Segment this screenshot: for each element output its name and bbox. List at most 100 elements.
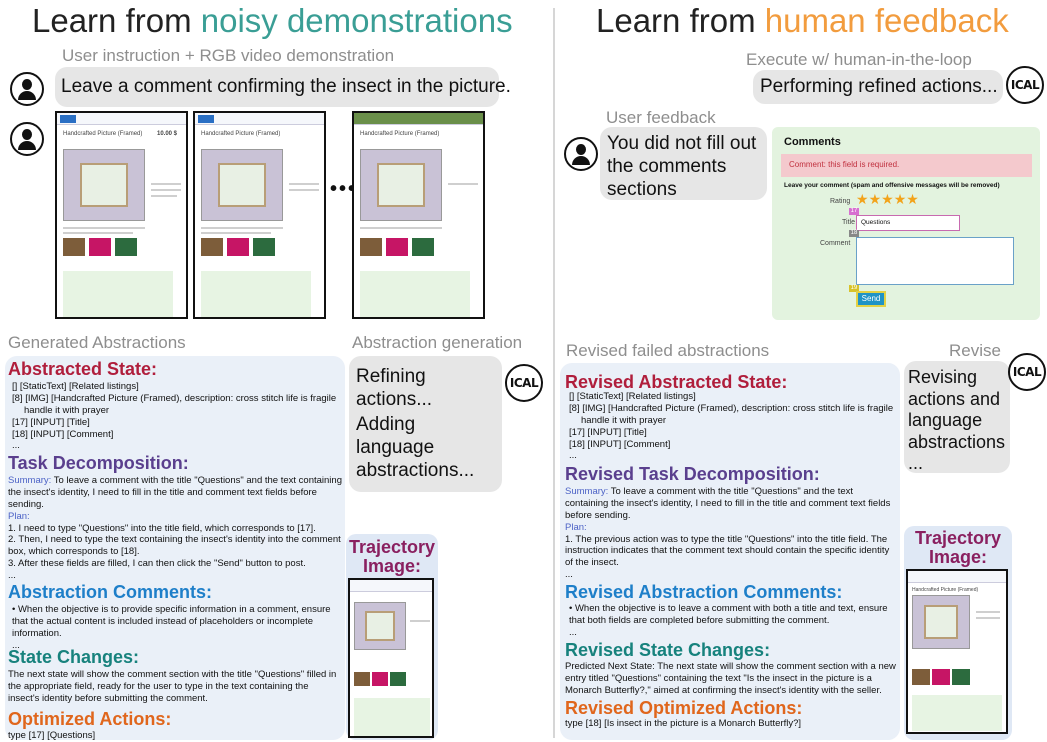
revised-optimized-title: Revised Optimized Actions: xyxy=(565,698,803,718)
caption-user-instruction: User instruction + RGB video demonstrati… xyxy=(62,46,395,65)
ical-icon: ICAL xyxy=(505,364,543,402)
state-line: [] [StaticText] [Related listings] xyxy=(569,391,696,402)
trajectory-image-title: Trajectory Image: xyxy=(914,528,1002,567)
instruction-bubble: Leave a comment confirming the insect in… xyxy=(55,67,511,107)
state-line: handle it with prayer xyxy=(24,404,110,416)
caption-revise: Revise xyxy=(949,341,1001,360)
plan-item: 2. Then, I need to type the text contain… xyxy=(8,534,341,558)
right-title: Learn from human feedback xyxy=(596,2,1009,40)
comments-form-panel: Comments Comment: this field is required… xyxy=(772,127,1040,320)
optimized-actions-body: type [17] [Questions] xyxy=(8,730,96,741)
title-input[interactable]: Questions xyxy=(856,215,960,231)
task-decomposition-title: Task Decomposition: xyxy=(8,453,189,473)
ical-icon: ICAL xyxy=(1006,66,1044,104)
revised-state-changes-body: Predicted Next State: The next state wil… xyxy=(565,661,896,696)
comment-textarea[interactable] xyxy=(856,237,1014,285)
revised-state-changes-title: Revised State Changes: xyxy=(565,640,771,660)
abstraction-comments-title: Abstraction Comments: xyxy=(8,582,213,602)
comment-item: • When the objective is to leave a comme… xyxy=(569,603,888,626)
summary-paragraph: Summary: To leave a comment with the tit… xyxy=(565,486,898,522)
instruction-text: Leave a comment confirming the insect in… xyxy=(61,76,511,97)
comments-more: ... xyxy=(569,626,577,638)
comment-label: Comment xyxy=(820,240,851,247)
feedback-text: You did not fill out the comments sectio… xyxy=(607,133,757,200)
summary-label: Summary: xyxy=(565,486,609,497)
left-title-prefix: Learn from xyxy=(32,2,201,39)
left-title: Learn from noisy demonstrations xyxy=(32,2,513,40)
caption-user-feedback: User feedback xyxy=(606,108,716,127)
caption-revised-failed: Revised failed abstractions xyxy=(566,341,770,360)
revised-state-title: Revised Abstracted State: xyxy=(565,372,788,392)
rating-label: Rating xyxy=(830,198,851,205)
title-label: Title xyxy=(842,219,855,226)
left-title-highlight: noisy demonstrations xyxy=(200,2,513,39)
right-title-prefix: Learn from xyxy=(596,2,765,39)
revised-task-title: Revised Task Decomposition: xyxy=(565,464,820,484)
tag-17: 17 xyxy=(849,208,859,215)
plan-item: 1. I need to type "Questions" into the t… xyxy=(8,522,316,534)
state-line: [8] [IMG] [Handcrafted Picture (Framed),… xyxy=(569,402,894,414)
trajectory-thumbnail: Handcrafted Picture (Framed) xyxy=(906,569,1008,734)
revised-optimized-body: type [18] [Is insect in the picture is a… xyxy=(565,718,802,729)
summary-text: To leave a comment with the title "Quest… xyxy=(565,486,891,521)
plan-label: Plan: xyxy=(565,521,587,533)
summary-label: Summary: xyxy=(8,475,52,486)
user-icon xyxy=(564,137,598,171)
trajectory-image-box-right: Trajectory Image: Handcrafted Picture (F… xyxy=(904,526,1012,740)
refining-actions-text: Refining actions... xyxy=(356,366,433,410)
abstraction-comments-body: • When the objective is to provide speci… xyxy=(12,604,342,652)
abstracted-state-title: Abstracted State: xyxy=(8,359,158,379)
plan-item: 3. After these fields are filled, I can … xyxy=(8,558,306,570)
plan-more: ... xyxy=(8,570,16,581)
center-divider xyxy=(553,8,555,738)
caption-execute: Execute w/ human-in-the-loop xyxy=(746,50,972,69)
revised-state-list: [] [StaticText] [Related listings] [8] [… xyxy=(569,391,897,462)
send-button[interactable]: Send xyxy=(856,291,886,307)
comment-item: • When the objective is to provide speci… xyxy=(12,604,331,639)
state-line: ... xyxy=(569,450,577,462)
revise-bubble: Revising actions and language abstractio… xyxy=(904,361,1010,473)
task-decomposition-body: Summary: To leave a comment with the tit… xyxy=(8,475,342,582)
abstraction-generation-bubble: Refining actions... Adding language abst… xyxy=(349,356,502,492)
rating-stars[interactable]: ★★★★★ xyxy=(856,191,919,209)
state-line: [18] [INPUT] [Comment] xyxy=(569,438,671,450)
plan-label: Plan: xyxy=(8,510,30,522)
optimized-actions-title: Optimized Actions: xyxy=(8,709,172,729)
revised-task-body: Summary: To leave a comment with the tit… xyxy=(565,486,898,581)
performing-bubble: Performing refined actions... xyxy=(753,70,1003,104)
form-prompt: Leave your comment (spam and offensive m… xyxy=(784,182,1000,189)
form-error-message: Comment: this field is required. xyxy=(781,154,1032,177)
form-heading: Comments xyxy=(784,136,841,148)
tag-18: 18 xyxy=(849,230,859,237)
trajectory-image-box-left: Trajectory Image: xyxy=(346,534,438,740)
performing-text: Performing refined actions... xyxy=(760,76,998,97)
revised-comments-title: Revised Abstraction Comments: xyxy=(565,582,843,602)
title-input-value: Questions xyxy=(861,219,891,226)
summary-text: To leave a comment with the title "Quest… xyxy=(8,475,342,510)
state-line: handle it with prayer xyxy=(581,414,667,426)
ical-icon: ICAL xyxy=(1008,353,1046,391)
summary-paragraph: Summary: To leave a comment with the tit… xyxy=(8,475,342,511)
user-icon xyxy=(10,72,44,106)
state-line: [18] [INPUT] [Comment] xyxy=(12,428,114,440)
state-line: [17] [INPUT] [Title] xyxy=(569,426,647,438)
frame-price: 10.00 $ xyxy=(157,131,178,137)
trajectory-image-title: Trajectory Image: xyxy=(348,537,436,576)
revised-comments-body: • When the objective is to leave a comme… xyxy=(569,603,898,639)
plan-more: ... xyxy=(565,569,573,581)
caption-generated-abstractions: Generated Abstractions xyxy=(8,333,186,352)
state-changes-title: State Changes: xyxy=(8,647,140,667)
state-line: [17] [INPUT] [Title] xyxy=(12,416,90,428)
demo-frame-1: Handcrafted Picture (Framed) 10.00 $ xyxy=(55,111,188,319)
revise-text: Revising actions and language abstractio… xyxy=(908,367,1006,474)
feedback-bubble: You did not fill out the comments sectio… xyxy=(600,127,767,200)
plan-item: 1. The previous action was to type the t… xyxy=(565,533,890,569)
state-changes-body: The next state will show the comment sec… xyxy=(8,669,337,704)
right-title-highlight: human feedback xyxy=(764,2,1009,39)
user-icon xyxy=(10,122,44,156)
caption-abstraction-generation: Abstraction generation xyxy=(352,333,523,352)
trajectory-thumbnail xyxy=(348,578,434,738)
demo-frame-3: Handcrafted Picture (Framed) xyxy=(352,111,485,319)
state-line: [] [StaticText] [Related listings] xyxy=(12,381,139,392)
abstracted-state-list: [] [StaticText] [Related listings] [8] [… xyxy=(12,381,342,452)
